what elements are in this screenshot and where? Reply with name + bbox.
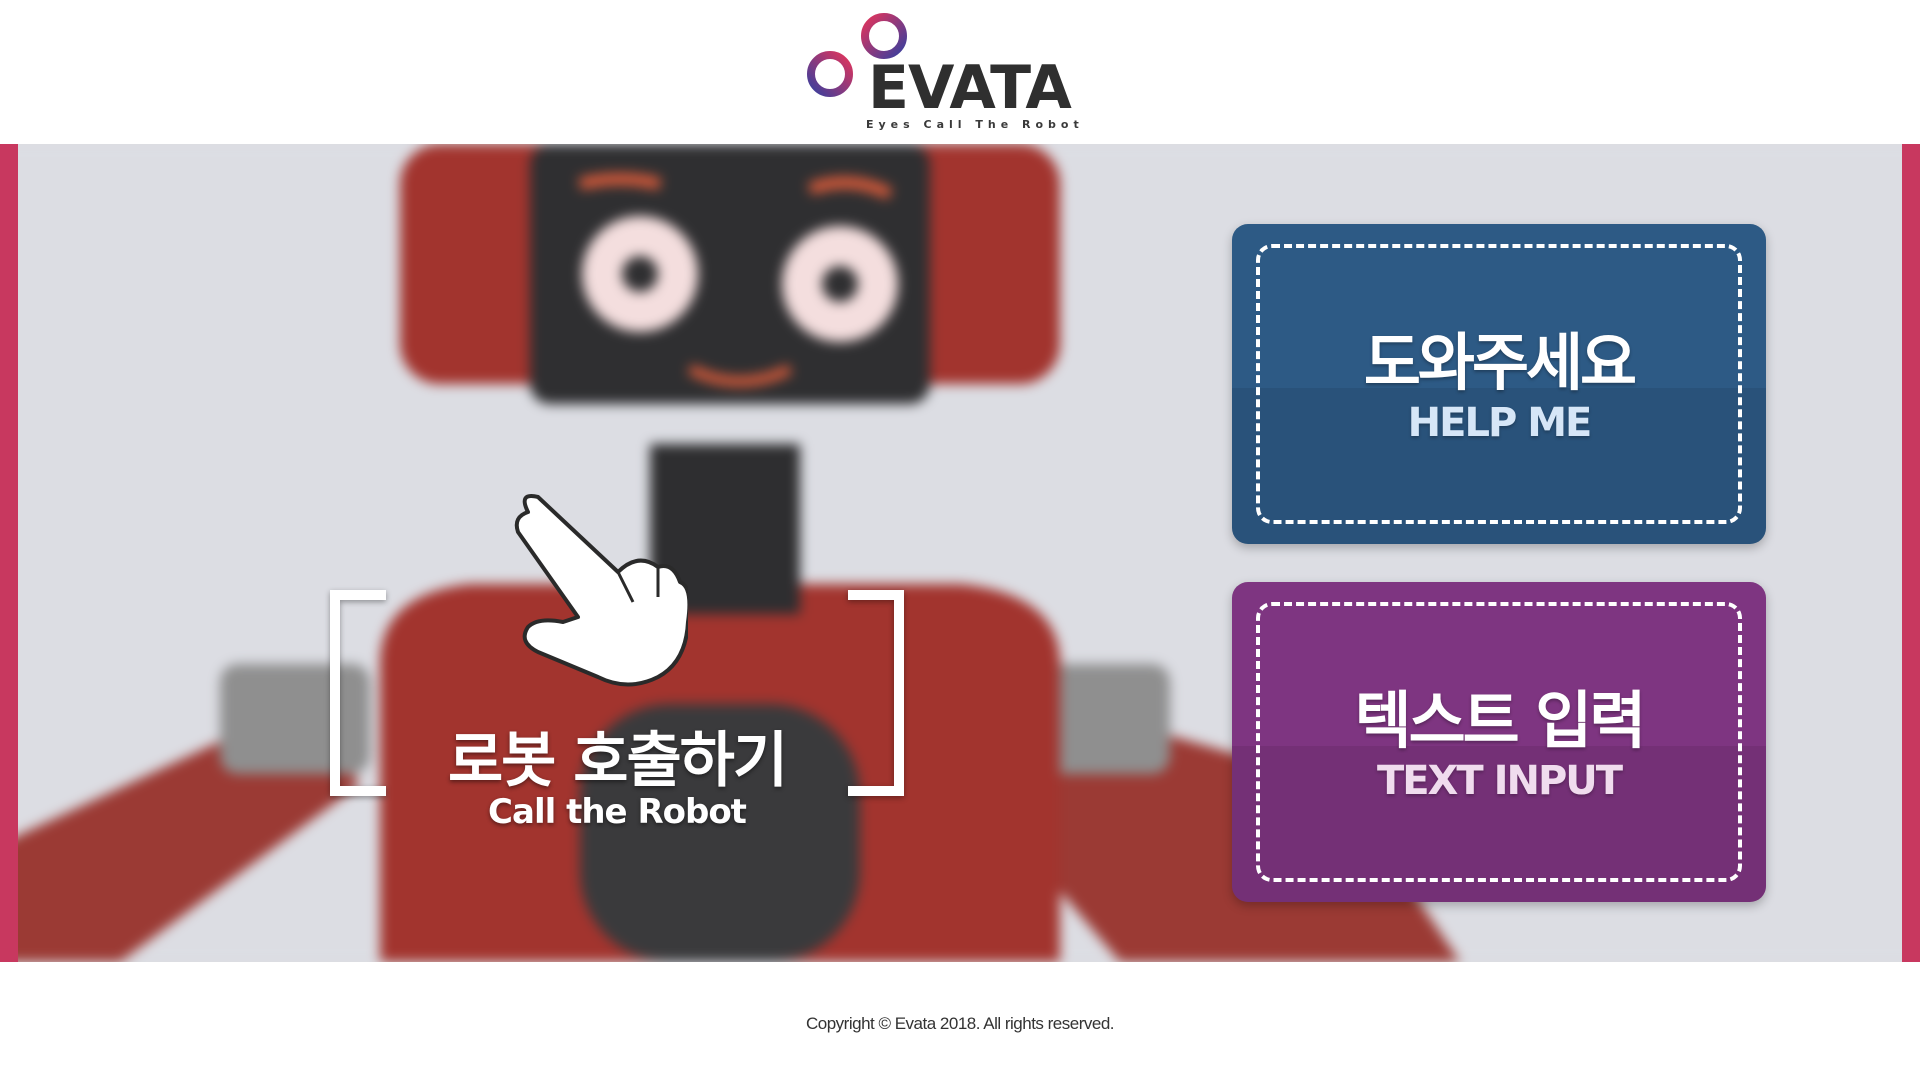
hero-section: 로봇 호출하기 Call the Robot 도와주세요 HELP ME 텍스트…: [0, 144, 1920, 962]
right-accent-bar: [1902, 144, 1920, 962]
call-robot-button[interactable]: 로봇 호출하기 Call the Robot: [330, 444, 904, 832]
left-accent-bar: [0, 144, 18, 962]
text-input-button[interactable]: 텍스트 입력 TEXT INPUT: [1232, 582, 1766, 902]
help-me-label-en: HELP ME: [1407, 400, 1593, 446]
text-input-label-en: TEXT INPUT: [1376, 758, 1623, 804]
pointing-hand-icon: [514, 494, 688, 687]
copyright-text: Copyright © Evata 2018. All rights reser…: [805, 1014, 1115, 1033]
help-me-label-ko: 도와주세요: [1363, 326, 1637, 399]
logo-tagline: Eyes Call The Robot: [866, 118, 1084, 131]
help-me-button[interactable]: 도와주세요 HELP ME: [1232, 224, 1766, 544]
header: EVATA Eyes Call The Robot: [0, 0, 1920, 144]
call-robot-label-ko: 로봇 호출하기: [447, 726, 788, 796]
evata-logo[interactable]: EVATA Eyes Call The Robot: [806, 10, 1079, 136]
logo-wordmark: EVATA: [868, 53, 1072, 123]
call-robot-label-en: Call the Robot: [488, 792, 747, 832]
footer: Copyright © Evata 2018. All rights reser…: [0, 962, 1920, 1080]
text-input-label-ko: 텍스트 입력: [1354, 684, 1647, 757]
